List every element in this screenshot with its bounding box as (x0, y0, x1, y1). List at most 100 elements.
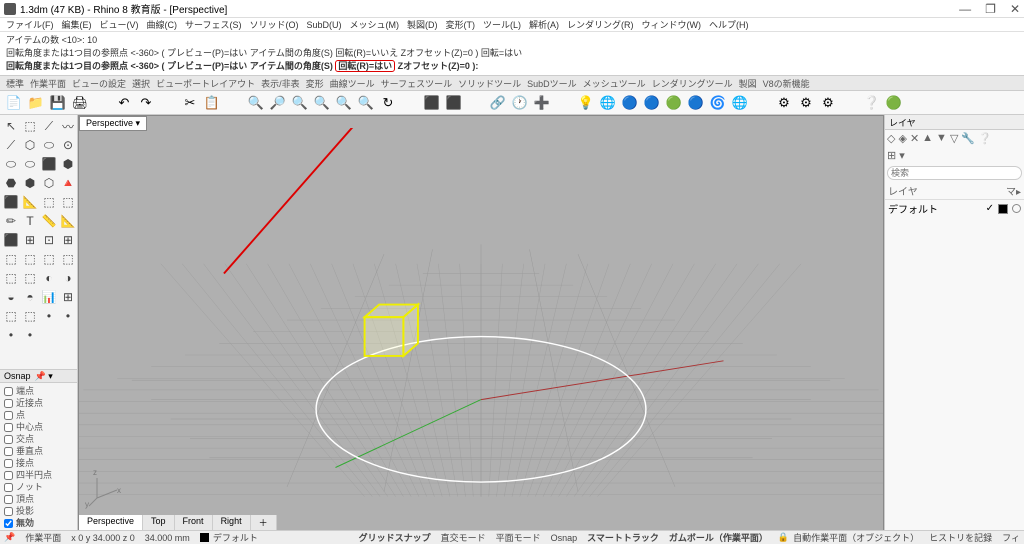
viewport-tab-add[interactable]: ＋ (251, 515, 277, 530)
osnap-item[interactable]: 接点 (4, 457, 73, 469)
grid-icon[interactable]: ⊞ ▾ (887, 149, 905, 162)
toolbar-button[interactable] (752, 93, 772, 113)
toolbar-tab[interactable]: 表示/非表 (261, 77, 300, 90)
tool-button[interactable]: ⬚ (21, 117, 39, 135)
osnap-item[interactable]: ノット (4, 481, 73, 493)
minimize-button[interactable]: ― (959, 2, 971, 16)
toolbar-tab[interactable]: メッシュツール (583, 77, 646, 90)
osnap-header[interactable]: Osnap📌 ▾ (0, 369, 77, 383)
tool-button[interactable]: ⊡ (40, 231, 58, 249)
toolbar-button[interactable]: 💾 (48, 93, 68, 113)
toolbar-tab[interactable]: レンダリングツール (652, 77, 733, 90)
toolbar-tab[interactable]: サーフェスツール (381, 77, 452, 90)
toolbar-button[interactable]: ❔ (862, 93, 882, 113)
tool-button[interactable]: ↖ (2, 117, 20, 135)
layer-sublayer-icon[interactable]: ◈ (898, 132, 906, 145)
toolbar-button[interactable]: 🌐 (598, 93, 618, 113)
osnap-item[interactable]: 四半円点 (4, 469, 73, 481)
toolbar-button[interactable]: 🔵 (620, 93, 640, 113)
toolbar-button[interactable]: 🖨 (70, 93, 90, 113)
layers-panel-header[interactable]: レイヤ (885, 115, 1024, 130)
tool-button[interactable]: ⬢ (59, 155, 77, 173)
tool-button[interactable]: ⬚ (2, 307, 20, 325)
viewport-tab[interactable]: Front (175, 515, 213, 530)
osnap-item[interactable]: 投影 (4, 505, 73, 517)
tool-button[interactable]: ⬢ (21, 174, 39, 192)
menu-item[interactable]: ファイル(F) (6, 18, 54, 31)
tool-button[interactable]: ⊞ (21, 231, 39, 249)
toolbar-button[interactable]: 🟢 (664, 93, 684, 113)
menu-item[interactable]: ウィンドウ(W) (641, 18, 701, 31)
toolbar-tab[interactable]: ビューポートレイアウト (156, 77, 255, 90)
menu-item[interactable]: 曲線(C) (147, 18, 178, 31)
toolbar-tab[interactable]: 曲線ツール (330, 77, 375, 90)
tool-button[interactable]: • (59, 307, 77, 325)
layer-material-icon[interactable] (1012, 204, 1021, 213)
toolbar-tab[interactable]: 作業平面 (30, 77, 66, 90)
status-toggle[interactable]: フィ (1002, 531, 1020, 544)
tool-button[interactable]: ⬛ (2, 193, 20, 211)
toolbar-button[interactable] (158, 93, 178, 113)
osnap-item[interactable]: 頂点 (4, 493, 73, 505)
toolbar-button[interactable]: 🔍 (290, 93, 310, 113)
status-cplane[interactable]: 作業平面 (25, 531, 61, 544)
tool-button[interactable]: 📏 (40, 212, 58, 230)
menu-item[interactable]: メッシュ(M) (349, 18, 399, 31)
tool-button[interactable]: ⊞ (59, 288, 77, 306)
osnap-disable[interactable]: 無効 (4, 517, 73, 529)
toolbar-tab[interactable]: 標準 (6, 77, 24, 90)
status-toggle[interactable]: グリッドスナップ (359, 531, 431, 544)
menu-item[interactable]: レンダリング(R) (567, 18, 634, 31)
tool-button[interactable]: ⊞ (59, 231, 77, 249)
toolbar-tab[interactable]: ビューの設定 (72, 77, 126, 90)
osnap-item[interactable]: 近接点 (4, 397, 73, 409)
tool-button[interactable]: ⬚ (21, 269, 39, 287)
menu-item[interactable]: 解析(A) (529, 18, 559, 31)
toolbar-button[interactable]: 🌐 (730, 93, 750, 113)
toolbar-button[interactable]: ↷ (136, 93, 156, 113)
tool-button[interactable]: 📐 (21, 193, 39, 211)
toolbar-button[interactable]: ↻ (378, 93, 398, 113)
menu-item[interactable]: ソリッド(O) (249, 18, 298, 31)
tool-button[interactable]: ◓ (21, 288, 39, 306)
status-toggle[interactable]: 🔒自動作業平面（オブジェクト） (778, 531, 919, 544)
tool-button[interactable]: ⬡ (21, 136, 39, 154)
status-toggle[interactable]: 平面モード (496, 531, 541, 544)
toolbar-button[interactable]: ⬛ (422, 93, 442, 113)
toolbar-button[interactable]: ↶ (114, 93, 134, 113)
toolbar-button[interactable]: 🔗 (488, 93, 508, 113)
tool-button[interactable]: 〰 (59, 117, 77, 135)
layer-down-icon[interactable]: ▼ (936, 132, 947, 145)
toolbar-button[interactable]: 🕐 (510, 93, 530, 113)
status-layer[interactable]: デフォルト (200, 531, 258, 544)
menu-item[interactable]: SubD(U) (306, 20, 341, 30)
tool-button[interactable]: ✏ (2, 212, 20, 230)
menu-item[interactable]: 編集(E) (62, 18, 92, 31)
tool-button[interactable]: ⬚ (40, 193, 58, 211)
help-icon[interactable]: ❔ (978, 132, 992, 145)
toolbar-tab[interactable]: SubDツール (527, 77, 577, 90)
toolbar-button[interactable]: ⚙ (774, 93, 794, 113)
tool-button[interactable]: ⬛ (40, 155, 58, 173)
toolbar-tab[interactable]: 選択 (132, 77, 150, 90)
layer-search-input[interactable] (887, 166, 1022, 180)
toolbar-button[interactable]: ➕ (532, 93, 552, 113)
layer-new-icon[interactable]: ◇ (887, 132, 895, 145)
tool-button[interactable]: ⬛ (2, 231, 20, 249)
tool-button[interactable]: ⬚ (59, 193, 77, 211)
toolbar-button[interactable]: ⚙ (796, 93, 816, 113)
filter-icon[interactable]: ▽ (950, 132, 958, 145)
tool-button[interactable]: ⬭ (40, 136, 58, 154)
toolbar-button[interactable] (224, 93, 244, 113)
status-toggle[interactable]: Osnap (551, 533, 578, 543)
toolbar-button[interactable]: 📄 (4, 93, 24, 113)
toolbar-button[interactable]: 🔍 (246, 93, 266, 113)
tool-button[interactable]: ⬡ (40, 174, 58, 192)
tool-button[interactable]: 📊 (40, 288, 58, 306)
toolbar-tab[interactable]: ソリッドツール (458, 77, 521, 90)
toolbar-button[interactable] (92, 93, 112, 113)
toolbar-button[interactable] (400, 93, 420, 113)
tool-button[interactable]: ⬚ (21, 307, 39, 325)
layer-row[interactable]: デフォルト ✓ (885, 200, 1024, 217)
tool-button[interactable]: • (40, 307, 58, 325)
